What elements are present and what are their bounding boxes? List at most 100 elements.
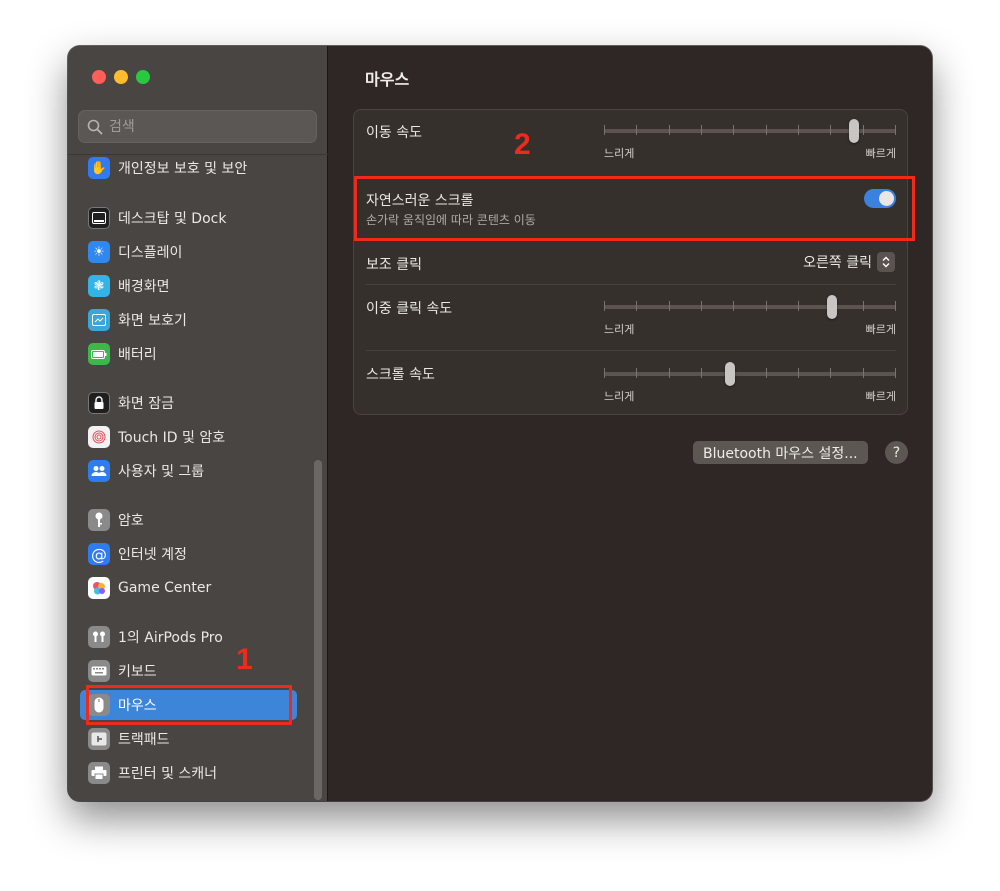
slider-thumb[interactable]	[827, 295, 837, 319]
slider-tick	[701, 301, 702, 311]
scroll-speed-slider[interactable]: 느리게 빠르게	[604, 362, 896, 403]
slider-tick	[830, 368, 831, 378]
main-pane: 마우스 이동 속도 느리게 빠르게 자연스러운 스크롤 손가락 움직임에 따라 …	[329, 46, 932, 801]
slider-tick	[604, 368, 605, 378]
slider-tick	[733, 125, 734, 135]
slider-track	[604, 305, 896, 309]
sidebar-item-game-center[interactable]: Game Center	[80, 573, 297, 603]
sidebar-item-privacy-security[interactable]: ✋ 개인정보 보호 및 보안	[80, 153, 297, 183]
slider-tick	[863, 368, 864, 378]
search-input[interactable]	[109, 118, 299, 135]
sidebar-item-label: 데스크탑 및 Dock	[118, 211, 227, 227]
slider-tick	[669, 368, 670, 378]
slider-tick	[733, 301, 734, 311]
at-icon: @	[88, 543, 110, 565]
slider-tick	[636, 368, 637, 378]
screensaver-icon	[88, 309, 110, 331]
sidebar-item-screen-saver[interactable]: 화면 보호기	[80, 305, 297, 335]
sidebar-item-label: 인터넷 계정	[118, 547, 187, 563]
tracking-speed-slider[interactable]: 느리게 빠르게	[604, 119, 896, 160]
sidebar-item-lock-screen[interactable]: 화면 잠금	[80, 388, 297, 418]
slider-tick	[895, 125, 896, 135]
chevron-up-down-icon	[877, 252, 895, 272]
flower-icon: ❃	[88, 275, 110, 297]
sidebar-item-passwords[interactable]: 암호	[80, 505, 297, 535]
search-field[interactable]	[78, 110, 317, 143]
airpods-icon	[88, 626, 110, 648]
page-title: 마우스	[365, 70, 410, 89]
help-button[interactable]: ?	[885, 441, 908, 464]
slider-min-label: 느리게	[604, 147, 635, 160]
close-window-button[interactable]	[92, 70, 106, 84]
sidebar-item-trackpad[interactable]: 트랙패드	[80, 724, 297, 754]
sidebar-item-airpods[interactable]: 1의 AirPods Pro	[80, 622, 297, 652]
sidebar-item-label: 화면 보호기	[118, 313, 187, 329]
double-click-speed-slider[interactable]: 느리게 빠르게	[604, 295, 896, 336]
sidebar-scrollbar[interactable]	[314, 460, 322, 800]
slider-tick	[669, 125, 670, 135]
sidebar-item-desktop-dock[interactable]: 데스크탑 및 Dock	[80, 203, 297, 233]
minimize-window-button[interactable]	[114, 70, 128, 84]
sidebar-item-label: 개인정보 보호 및 보안	[118, 161, 248, 177]
sidebar-item-printers-scanners[interactable]: 프린터 및 스캐너	[80, 758, 297, 788]
slider-min-label: 느리게	[604, 323, 635, 336]
slider-tick	[701, 125, 702, 135]
sidebar-item-label: 프린터 및 스캐너	[118, 766, 218, 782]
slider-track	[604, 372, 896, 376]
trackpad-icon	[88, 728, 110, 750]
slider-tick	[798, 301, 799, 311]
row-divider	[366, 284, 896, 285]
slider-thumb[interactable]	[725, 362, 735, 386]
sidebar-item-keyboard[interactable]: 키보드	[80, 656, 297, 686]
keyboard-icon	[88, 660, 110, 682]
sidebar-item-label: 1의 AirPods Pro	[118, 630, 223, 646]
users-icon	[88, 460, 110, 482]
key-icon	[88, 509, 110, 531]
slider-tick	[798, 368, 799, 378]
sidebar-item-wallpaper[interactable]: ❃ 배경화면	[80, 271, 297, 301]
sidebar-item-internet-accounts[interactable]: @ 인터넷 계정	[80, 539, 297, 569]
sidebar-item-label: 디스플레이	[118, 245, 183, 261]
slider-tick	[766, 301, 767, 311]
sidebar-item-label: 암호	[118, 513, 144, 529]
sidebar-item-users-groups[interactable]: 사용자 및 그룹	[80, 456, 297, 486]
sidebar-item-label: Touch ID 및 암호	[118, 430, 226, 446]
scroll-speed-label: 스크롤 속도	[366, 367, 435, 383]
double-click-speed-label: 이중 클릭 속도	[366, 301, 453, 317]
fingerprint-icon	[88, 426, 110, 448]
row-divider	[366, 350, 896, 351]
sidebar-item-displays[interactable]: ☀ 디스플레이	[80, 237, 297, 267]
hand-icon: ✋	[88, 157, 110, 179]
annotation-box-1	[86, 685, 292, 725]
sidebar-item-label: 배경화면	[118, 279, 170, 295]
sidebar-item-label: Game Center	[118, 580, 212, 596]
slider-thumb[interactable]	[849, 119, 859, 143]
sidebar-item-touch-id[interactable]: Touch ID 및 암호	[80, 422, 297, 452]
slider-tick	[798, 125, 799, 135]
slider-tick	[636, 301, 637, 311]
slider-tick	[604, 125, 605, 135]
zoom-window-button[interactable]	[136, 70, 150, 84]
slider-tick	[766, 368, 767, 378]
lock-icon	[88, 392, 110, 414]
slider-tick	[669, 301, 670, 311]
slider-max-label: 빠르게	[865, 323, 896, 336]
secondary-click-label: 보조 클릭	[366, 257, 422, 273]
game-center-icon	[88, 577, 110, 599]
slider-tick	[766, 125, 767, 135]
sidebar-item-label: 키보드	[118, 664, 157, 680]
slider-tick	[636, 125, 637, 135]
battery-icon	[88, 343, 110, 365]
dock-icon	[88, 207, 110, 229]
annotation-box-2	[354, 176, 915, 241]
sidebar-item-battery[interactable]: 배터리	[80, 339, 297, 369]
sidebar-item-label: 트랙패드	[118, 732, 170, 748]
secondary-click-popup[interactable]: 오른쪽 클릭	[803, 252, 895, 272]
printer-icon	[88, 762, 110, 784]
window-controls	[92, 70, 150, 84]
slider-max-label: 빠르게	[865, 147, 896, 160]
annotation-number-2: 2	[514, 128, 531, 161]
tracking-speed-label: 이동 속도	[366, 125, 422, 141]
sidebar-item-label: 배터리	[118, 347, 157, 363]
bluetooth-mouse-setup-button[interactable]: Bluetooth 마우스 설정...	[693, 441, 868, 464]
